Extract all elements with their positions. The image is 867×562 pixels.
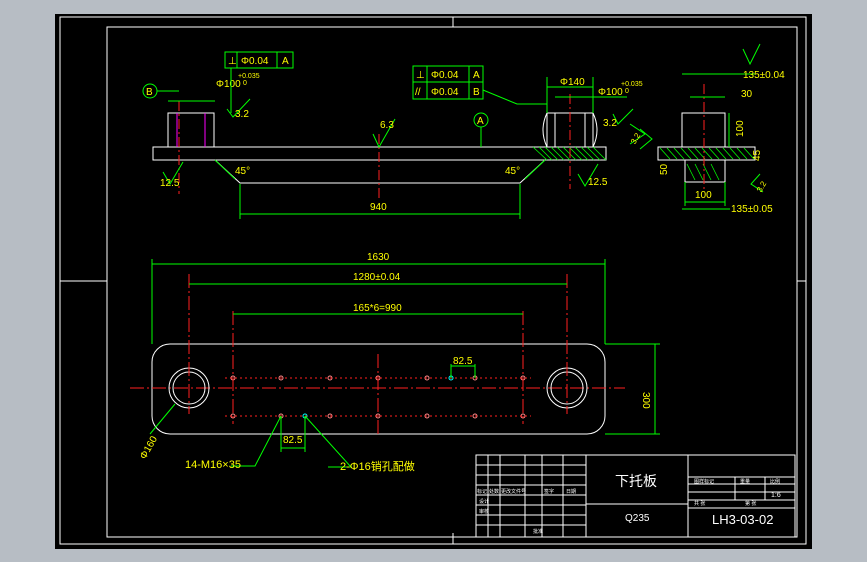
svg-text:3.2: 3.2 bbox=[603, 118, 617, 129]
svg-text:日期: 日期 bbox=[566, 489, 576, 495]
svg-text:共 张: 共 张 bbox=[694, 500, 705, 507]
dim-d100-right: Φ100 bbox=[598, 87, 623, 98]
angle-left: 45° bbox=[235, 166, 250, 177]
datum-b: B bbox=[146, 87, 153, 98]
svg-text:Φ0.04: Φ0.04 bbox=[431, 87, 459, 98]
svg-text:设计: 设计 bbox=[479, 498, 489, 505]
svg-text:A: A bbox=[282, 56, 289, 67]
dim-d140: Φ140 bbox=[560, 77, 585, 88]
svg-text:签字: 签字 bbox=[544, 488, 554, 495]
dim-100v: 100 bbox=[735, 120, 746, 137]
svg-text:批准: 批准 bbox=[533, 528, 543, 535]
dim-1280: 1280±0.04 bbox=[353, 272, 401, 283]
svg-text:标记: 标记 bbox=[477, 488, 487, 495]
ra-6-3: 6.3 bbox=[380, 120, 394, 131]
svg-text:处数: 处数 bbox=[489, 488, 499, 495]
dim-940: 940 bbox=[370, 202, 387, 213]
svg-text:12.5: 12.5 bbox=[160, 178, 180, 189]
svg-text:图样标记: 图样标记 bbox=[694, 478, 714, 485]
svg-text:重量: 重量 bbox=[740, 478, 750, 485]
svg-text:Φ0.04: Φ0.04 bbox=[241, 56, 269, 67]
svg-text:12.5: 12.5 bbox=[588, 177, 608, 188]
dim-135-top: 135±0.04 bbox=[743, 70, 785, 81]
dim-300: 300 bbox=[640, 392, 651, 409]
svg-text:A: A bbox=[473, 70, 480, 81]
svg-text:B: B bbox=[473, 87, 480, 98]
dim-pitch-top: 82.5 bbox=[453, 356, 473, 367]
svg-text:审核: 审核 bbox=[479, 508, 489, 515]
svg-text:0: 0 bbox=[243, 80, 247, 87]
drawing-number: LH3-03-02 bbox=[712, 512, 773, 527]
datum-a: A bbox=[477, 116, 484, 127]
svg-text:3.2: 3.2 bbox=[629, 131, 643, 146]
dim-pitch-bot: 82.5 bbox=[283, 435, 303, 446]
svg-text:+0.035: +0.035 bbox=[621, 81, 643, 88]
dim-45: 45 bbox=[752, 149, 763, 161]
drawing-sheet: 940 45° 45° B Φ100 +0.035 0 ⊥ Φ0.04 A 3.… bbox=[55, 14, 812, 549]
pin-callout: 2-Φ16销孔配做 bbox=[340, 459, 415, 473]
svg-text:⊥: ⊥ bbox=[416, 70, 425, 81]
dim-30: 30 bbox=[741, 89, 753, 100]
svg-text:Φ0.04: Φ0.04 bbox=[431, 70, 459, 81]
svg-text:3.2: 3.2 bbox=[235, 109, 249, 120]
svg-text://: // bbox=[415, 87, 421, 98]
dim-990: 165*6=990 bbox=[353, 303, 402, 314]
dim-50: 50 bbox=[659, 163, 670, 175]
dim-135-bot: 135±0.05 bbox=[731, 204, 773, 215]
dim-d100-left: Φ100 bbox=[216, 79, 241, 90]
svg-text:3.2: 3.2 bbox=[755, 179, 769, 194]
cad-drawing: 940 45° 45° B Φ100 +0.035 0 ⊥ Φ0.04 A 3.… bbox=[59, 16, 807, 545]
svg-text:更改文件号: 更改文件号 bbox=[501, 488, 526, 495]
dim-1630: 1630 bbox=[367, 252, 390, 263]
front-view: 940 45° 45° B Φ100 +0.035 0 ⊥ Φ0.04 A 3.… bbox=[142, 51, 646, 219]
material: Q235 bbox=[625, 513, 650, 524]
svg-text:比例: 比例 bbox=[770, 478, 780, 485]
part-name: 下托板 bbox=[615, 473, 657, 489]
angle-right: 45° bbox=[505, 166, 520, 177]
dim-100h: 100 bbox=[695, 190, 712, 201]
svg-text:⊥: ⊥ bbox=[228, 56, 237, 67]
top-view: 1630 1280±0.04 165*6=990 82.5 82.5 300 Φ… bbox=[130, 252, 660, 473]
title-block: 下托板 Q235 LH3-03-02 1:6 图样标记 重量 比例 标记 处数 … bbox=[475, 454, 796, 538]
svg-text:+0.035: +0.035 bbox=[238, 73, 260, 80]
hole-callout: 14-M16×35 bbox=[185, 459, 241, 471]
scale: 1:6 bbox=[771, 492, 781, 499]
side-view: 135±0.04 30 100 45 50 100 135±0.05 3.2 3… bbox=[629, 43, 785, 215]
dim-d160: Φ160 bbox=[138, 434, 160, 461]
svg-text:第 张: 第 张 bbox=[745, 500, 756, 507]
svg-text:0: 0 bbox=[625, 88, 629, 95]
left-boss bbox=[167, 112, 215, 148]
